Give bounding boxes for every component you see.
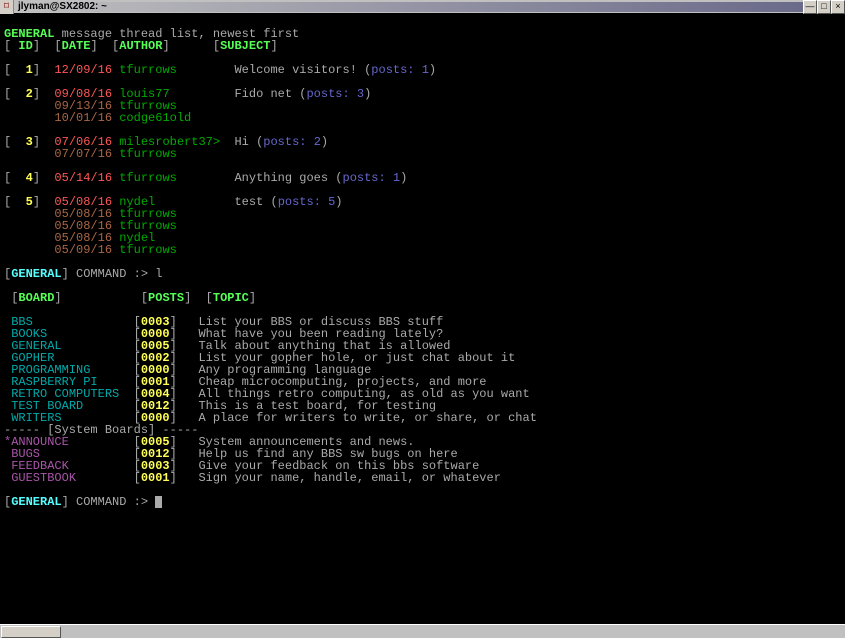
taskbar[interactable]: [0, 624, 845, 638]
titlebar[interactable]: ⌑ jlyman@SX2802: ~ — □ ×: [0, 0, 845, 14]
taskbar-button[interactable]: [1, 626, 61, 638]
close-button[interactable]: ×: [831, 0, 845, 14]
app-icon: ⌑: [0, 0, 14, 14]
window-title: jlyman@SX2802: ~: [14, 2, 803, 12]
minimize-button[interactable]: —: [803, 0, 817, 14]
cursor: [155, 496, 162, 508]
maximize-button[interactable]: □: [817, 0, 831, 14]
terminal[interactable]: GENERAL message thread list, newest firs…: [0, 14, 845, 624]
